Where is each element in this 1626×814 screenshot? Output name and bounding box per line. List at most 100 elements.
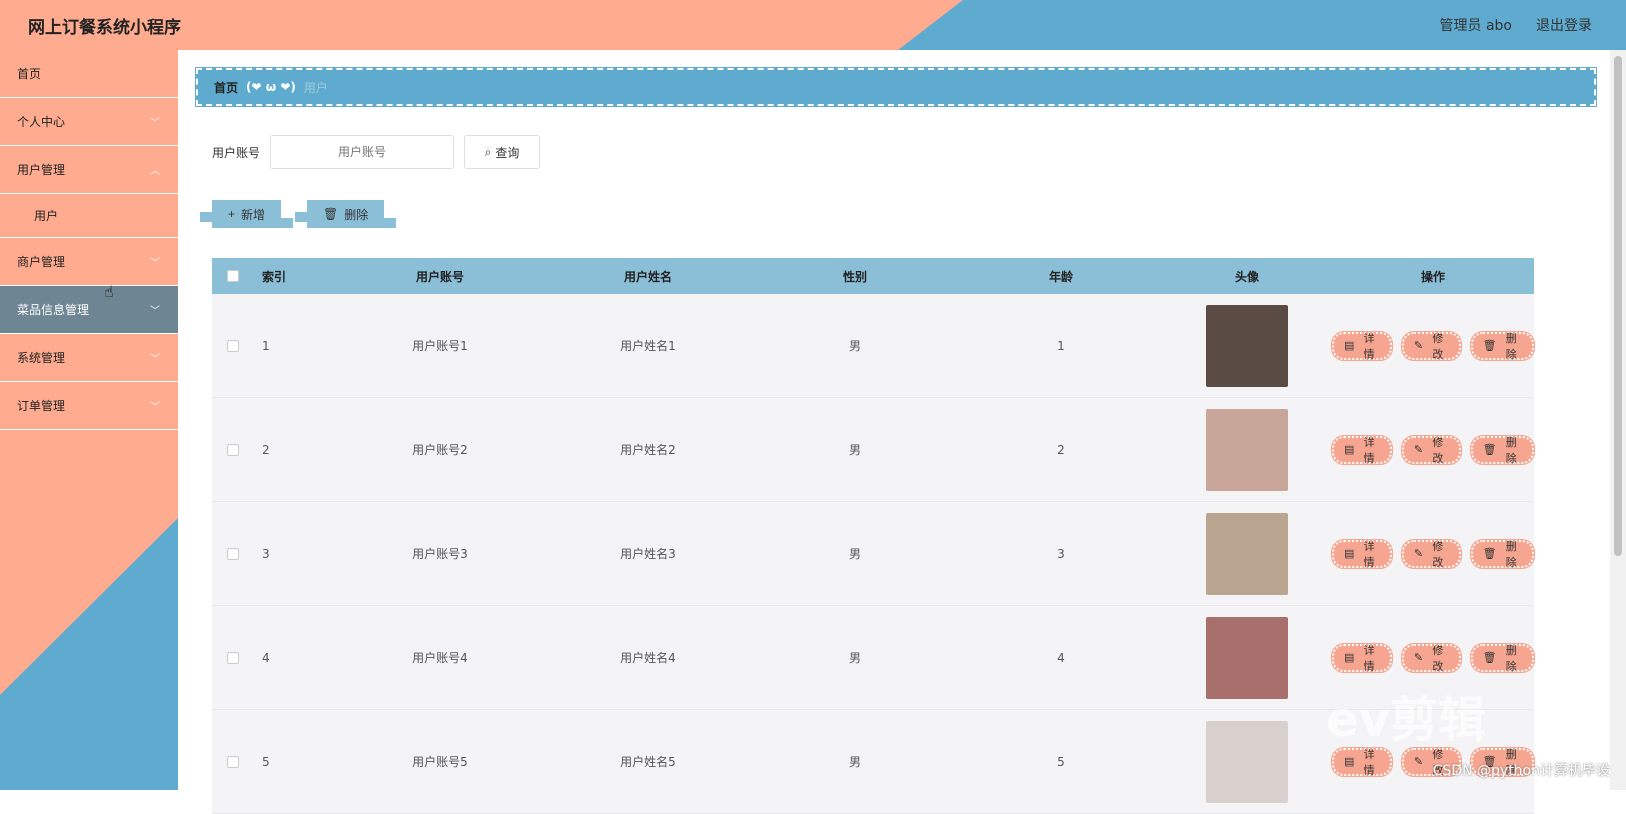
edit-button[interactable]: ✎ 修改 [1400, 538, 1462, 569]
pencil-icon: ✎ [1413, 548, 1424, 560]
sidebar-item-4[interactable]: 商户管理 ﹀ [0, 238, 178, 286]
edit-button[interactable]: ✎ 修改 [1400, 434, 1462, 465]
edit-button[interactable]: ✎ 修改 [1400, 642, 1462, 673]
search-button-label: 查询 [495, 145, 520, 160]
edit-button[interactable]: ✎ 修改 [1400, 330, 1462, 361]
sidebar-item-label: 商户管理 [17, 255, 66, 269]
row-checkbox[interactable] [227, 651, 239, 664]
cell-sex: 男 [848, 651, 861, 665]
sidebar-item-label: 个人中心 [17, 115, 66, 129]
sidebar-item-7[interactable]: 订单管理 ﹀ [0, 382, 178, 430]
cell-index: 1 [262, 338, 270, 353]
cell-account: 用户账号2 [412, 443, 468, 457]
cell-account: 用户账号3 [412, 547, 468, 561]
breadcrumb: 首页 (❤ ω ❤) 用户 [195, 67, 1597, 107]
logout-link[interactable]: 退出登录 [1536, 15, 1592, 35]
trash-icon: 🗑 [1482, 444, 1497, 456]
detail-button[interactable]: ▤ 详情 [1331, 642, 1393, 673]
pencil-icon: ✎ [1413, 340, 1424, 352]
top-header: 网上订餐系统小程序 管理员 abo 退出登录 [0, 0, 1626, 50]
user-avatar-image [1206, 616, 1288, 699]
chevron-down-icon: ﹀ [150, 354, 160, 365]
cell-account: 用户账号1 [412, 339, 468, 353]
header-user-area: 管理员 abo 退出登录 [1440, 15, 1592, 35]
row-checkbox[interactable] [227, 547, 239, 560]
delete-button[interactable]: 🗑 删除 [1469, 642, 1536, 673]
table-row: 1 用户账号1 用户姓名1 男 1 ▤ 详情 ✎ 修改 🗑 删除 [212, 294, 1536, 398]
row-actions: ▤ 详情 ✎ 修改 🗑 删除 [1331, 434, 1536, 465]
sidebar-item-label: 用户 [34, 209, 59, 223]
sidebar-menu: 首页 个人中心 ﹀ 用户管理 ︿ 用户 商户管理 ﹀ 菜品信息管理 ﹀ 系统管理 ﹀ 订单管理 ﹀ [0, 50, 178, 430]
cell-sex: 男 [848, 755, 861, 769]
app-title: 网上订餐系统小程序 [28, 18, 181, 38]
row-actions: ▤ 详情 ✎ 修改 🗑 删除 [1331, 330, 1536, 361]
detail-button[interactable]: ▤ 详情 [1331, 434, 1393, 465]
select-all-checkbox[interactable] [227, 270, 239, 282]
sidebar-item-6[interactable]: 系统管理 ﹀ [0, 334, 178, 382]
document-icon: ▤ [1344, 756, 1355, 768]
detail-button[interactable]: ▤ 详情 [1331, 538, 1393, 569]
cell-account: 用户账号4 [412, 651, 468, 665]
delete-button[interactable]: 🗑 删除 [1469, 538, 1536, 569]
add-button[interactable]: + 新增 [199, 200, 294, 228]
trash-icon: 🗑 [1482, 340, 1497, 352]
cell-age: 5 [1057, 754, 1065, 769]
cell-name: 用户姓名3 [620, 547, 676, 561]
cell-name: 用户姓名4 [620, 651, 676, 665]
breadcrumb-current: 用户 [303, 80, 328, 95]
chevron-up-icon: ︿ [150, 166, 160, 177]
breadcrumb-home[interactable]: 首页 [214, 79, 238, 96]
scrollbar-thumb[interactable] [1614, 56, 1622, 556]
sidebar-item-5[interactable]: 菜品信息管理 ﹀ [0, 286, 178, 334]
action-toolbar: + 新增 🗑 删除 [199, 200, 397, 228]
detail-button[interactable]: ▤ 详情 [1331, 746, 1393, 777]
sidebar: 首页 个人中心 ﹀ 用户管理 ︿ 用户 商户管理 ﹀ 菜品信息管理 ﹀ 系统管理 ﹀ 订单管理 ﹀ ☝ [0, 50, 178, 790]
row-checkbox[interactable] [227, 755, 239, 768]
breadcrumb-separator: (❤ ω ❤) [246, 80, 296, 94]
page-scrollbar[interactable] [1610, 50, 1626, 790]
pencil-icon: ✎ [1413, 652, 1424, 664]
sidebar-item-3[interactable]: 用户 [0, 194, 178, 238]
mouse-cursor-icon: ☝ [104, 282, 114, 301]
cell-age: 2 [1057, 442, 1065, 457]
search-account-input[interactable] [270, 135, 455, 169]
row-checkbox[interactable] [227, 339, 239, 352]
search-button[interactable]: ⌕ 查询 [464, 135, 541, 169]
main-content: 首页 (❤ ω ❤) 用户 用户账号 ⌕ 查询 + 新增 🗑 删除 索引 用户账… [178, 50, 1598, 814]
search-label: 用户账号 [212, 145, 261, 160]
header-ops: 操作 [1420, 269, 1445, 284]
batch-delete-button[interactable]: 🗑 删除 [294, 200, 397, 228]
sidebar-item-0[interactable]: 首页 [0, 50, 178, 98]
cell-index: 3 [262, 546, 270, 561]
row-actions: ▤ 详情 ✎ 修改 🗑 删除 [1331, 642, 1536, 673]
sidebar-item-label: 订单管理 [17, 399, 66, 413]
chevron-down-icon: ﹀ [150, 118, 160, 129]
header-avatar: 头像 [1234, 269, 1259, 284]
user-avatar-image [1206, 408, 1288, 491]
csdn-watermark: CSDN @python计算机毕设 [1432, 763, 1610, 779]
document-icon: ▤ [1344, 340, 1355, 352]
document-icon: ▤ [1344, 548, 1355, 560]
header-sex: 性别 [842, 269, 867, 284]
user-avatar-image [1206, 512, 1288, 595]
header-age: 年龄 [1048, 269, 1073, 284]
delete-button[interactable]: 🗑 删除 [1469, 330, 1536, 361]
add-button-label: 新增 [241, 207, 266, 222]
cell-name: 用户姓名2 [620, 443, 676, 457]
sidebar-item-1[interactable]: 个人中心 ﹀ [0, 98, 178, 146]
detail-button[interactable]: ▤ 详情 [1331, 330, 1393, 361]
cell-age: 4 [1057, 650, 1065, 665]
cell-sex: 男 [848, 339, 861, 353]
cell-sex: 男 [848, 547, 861, 561]
sidebar-item-label: 首页 [17, 67, 42, 81]
row-checkbox[interactable] [227, 443, 239, 456]
sidebar-item-2[interactable]: 用户管理 ︿ [0, 146, 178, 194]
header-index: 索引 [262, 269, 287, 284]
sidebar-item-label: 用户管理 [17, 163, 66, 177]
user-avatar-image [1206, 720, 1288, 803]
row-actions: ▤ 详情 ✎ 修改 🗑 删除 [1331, 538, 1536, 569]
cell-age: 3 [1057, 546, 1065, 561]
header-account: 用户账号 [415, 269, 464, 284]
delete-button[interactable]: 🗑 删除 [1469, 434, 1536, 465]
pencil-icon: ✎ [1413, 444, 1424, 456]
